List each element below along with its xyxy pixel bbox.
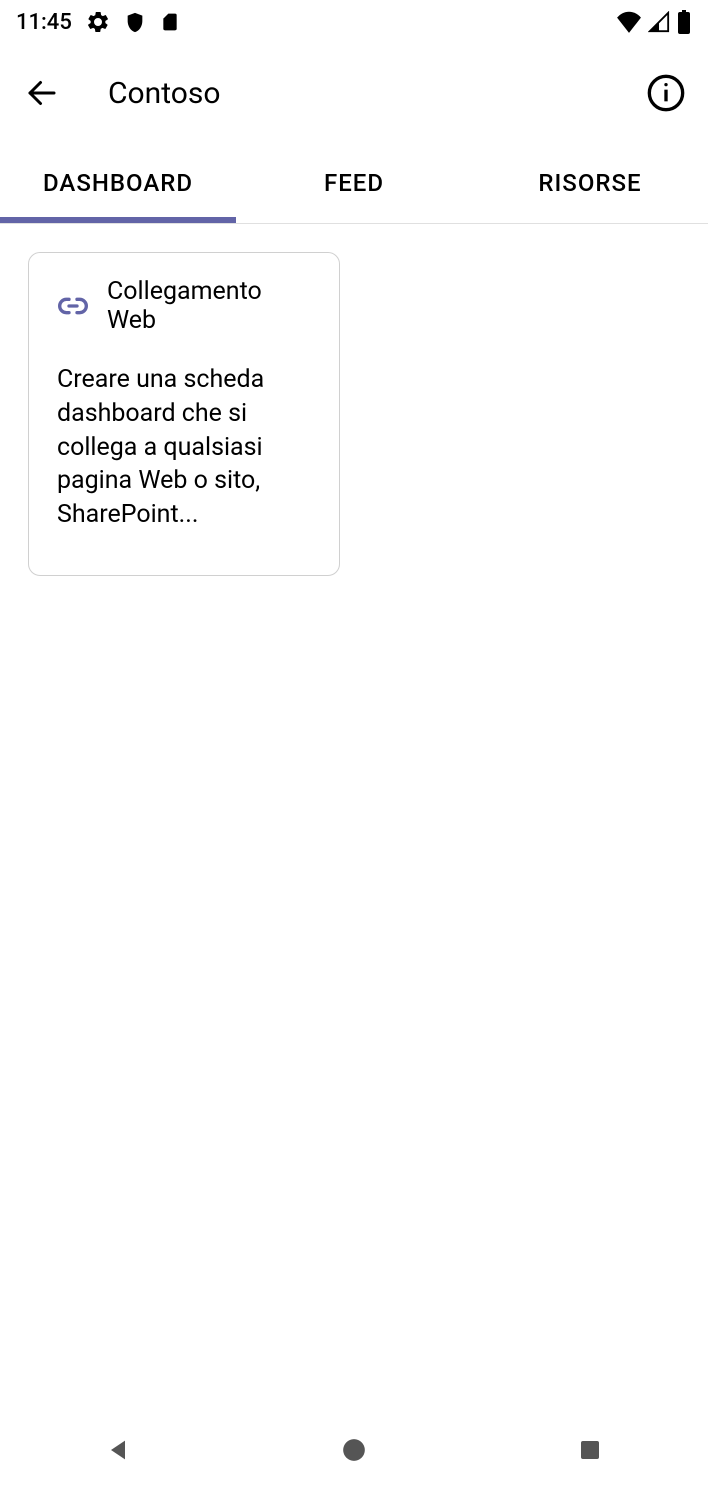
triangle-back-icon <box>104 1436 132 1464</box>
arrow-left-icon <box>24 75 60 111</box>
wifi-icon <box>616 11 642 33</box>
square-recent-icon <box>578 1438 602 1462</box>
status-bar: 11:45 <box>0 0 708 44</box>
nav-back-button[interactable] <box>88 1420 148 1480</box>
tab-risorse[interactable]: RISORSE <box>472 142 708 223</box>
tab-label: FEED <box>324 169 384 197</box>
sd-card-icon <box>160 12 180 32</box>
link-icon <box>57 290 89 322</box>
tab-label: RISORSE <box>538 169 641 197</box>
shield-icon <box>124 11 146 33</box>
info-button[interactable] <box>644 71 688 115</box>
circle-home-icon <box>341 1437 367 1463</box>
nav-home-button[interactable] <box>324 1420 384 1480</box>
tabs: DASHBOARD FEED RISORSE <box>0 142 708 224</box>
signal-icon <box>648 11 670 33</box>
card-description: Creare una scheda dashboard che si colle… <box>57 363 311 532</box>
page-title: Contoso <box>108 76 220 111</box>
card-title: Collegamento Web <box>107 277 311 335</box>
battery-icon <box>676 10 692 34</box>
status-right <box>616 10 692 34</box>
tab-feed[interactable]: FEED <box>236 142 472 223</box>
status-time: 11:45 <box>16 10 72 35</box>
content-area: Collegamento Web Creare una scheda dashb… <box>0 224 708 1406</box>
status-left: 11:45 <box>16 10 180 35</box>
card-header: Collegamento Web <box>57 277 311 335</box>
info-icon <box>646 73 686 113</box>
nav-recent-button[interactable] <box>560 1420 620 1480</box>
back-button[interactable] <box>20 71 64 115</box>
app-header: Contoso <box>0 44 708 142</box>
web-link-card[interactable]: Collegamento Web Creare una scheda dashb… <box>28 252 340 576</box>
system-nav-bar <box>0 1406 708 1494</box>
tab-dashboard[interactable]: DASHBOARD <box>0 142 236 223</box>
tab-label: DASHBOARD <box>43 169 193 197</box>
gear-icon <box>86 10 110 34</box>
